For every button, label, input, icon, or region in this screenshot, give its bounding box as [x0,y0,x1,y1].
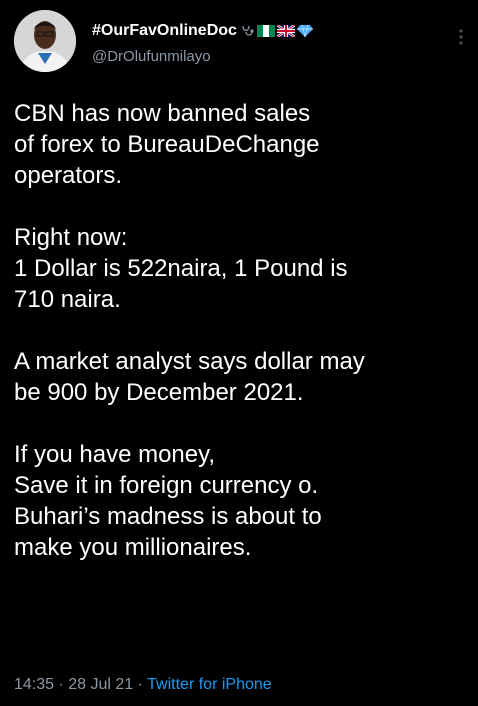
tweet-line: 710 naira. [14,286,121,313]
avatar[interactable] [14,10,76,72]
name-icons [241,24,313,38]
display-name[interactable]: #OurFavOnlineDoc [92,22,237,40]
uk-flag-icon [276,25,295,37]
nigeria-flag-icon [256,25,275,37]
tweet-line: of forex to BureauDeChange [14,131,320,158]
tweet-line: CBN has now banned sales [14,100,311,127]
tweet-header: #OurFavOnlineDoc @DrOlufunmilayo [14,10,464,74]
tweet-line: Save it in foreign currency o. [14,472,319,499]
meta-separator: · [137,676,143,693]
avatar-image [14,10,76,72]
tweet-text: CBN has now banned sales of forex to Bur… [14,98,466,563]
tweet-line: make you millionaires. [14,534,252,561]
name-row: #OurFavOnlineDoc [92,22,313,40]
more-options-icon[interactable] [458,28,464,46]
tweet-paragraph: If you have money, Save it in foreign cu… [14,439,466,563]
stethoscope-icon [242,25,254,36]
tweet-line: 1 Dollar is 522naira, 1 Pound is [14,255,348,282]
tweet-line: If you have money, [14,441,215,468]
tweet-line: A market analyst says dollar may [14,348,365,375]
tweet-line: Right now: [14,224,128,251]
tweet-paragraph: CBN has now banned sales of forex to Bur… [14,98,466,191]
tweet-time[interactable]: 14:35 [14,676,54,693]
tweet-source[interactable]: Twitter for iPhone [147,676,272,693]
tweet-meta: 14:35 · 28 Jul 21 · Twitter for iPhone [14,676,272,694]
tweet-line: Buhari’s madness is about to [14,503,322,530]
blue-diamond-icon [296,24,313,38]
tweet-paragraph: A market analyst says dollar may be 900 … [14,346,466,408]
tweet-line: be 900 by December 2021. [14,379,304,406]
tweet-line: operators. [14,162,123,189]
meta-separator: · [58,676,64,693]
tweet-date[interactable]: 28 Jul 21 [68,676,133,693]
user-handle[interactable]: @DrOlufunmilayo [92,48,211,65]
tweet-paragraph: Right now: 1 Dollar is 522naira, 1 Pound… [14,222,466,315]
